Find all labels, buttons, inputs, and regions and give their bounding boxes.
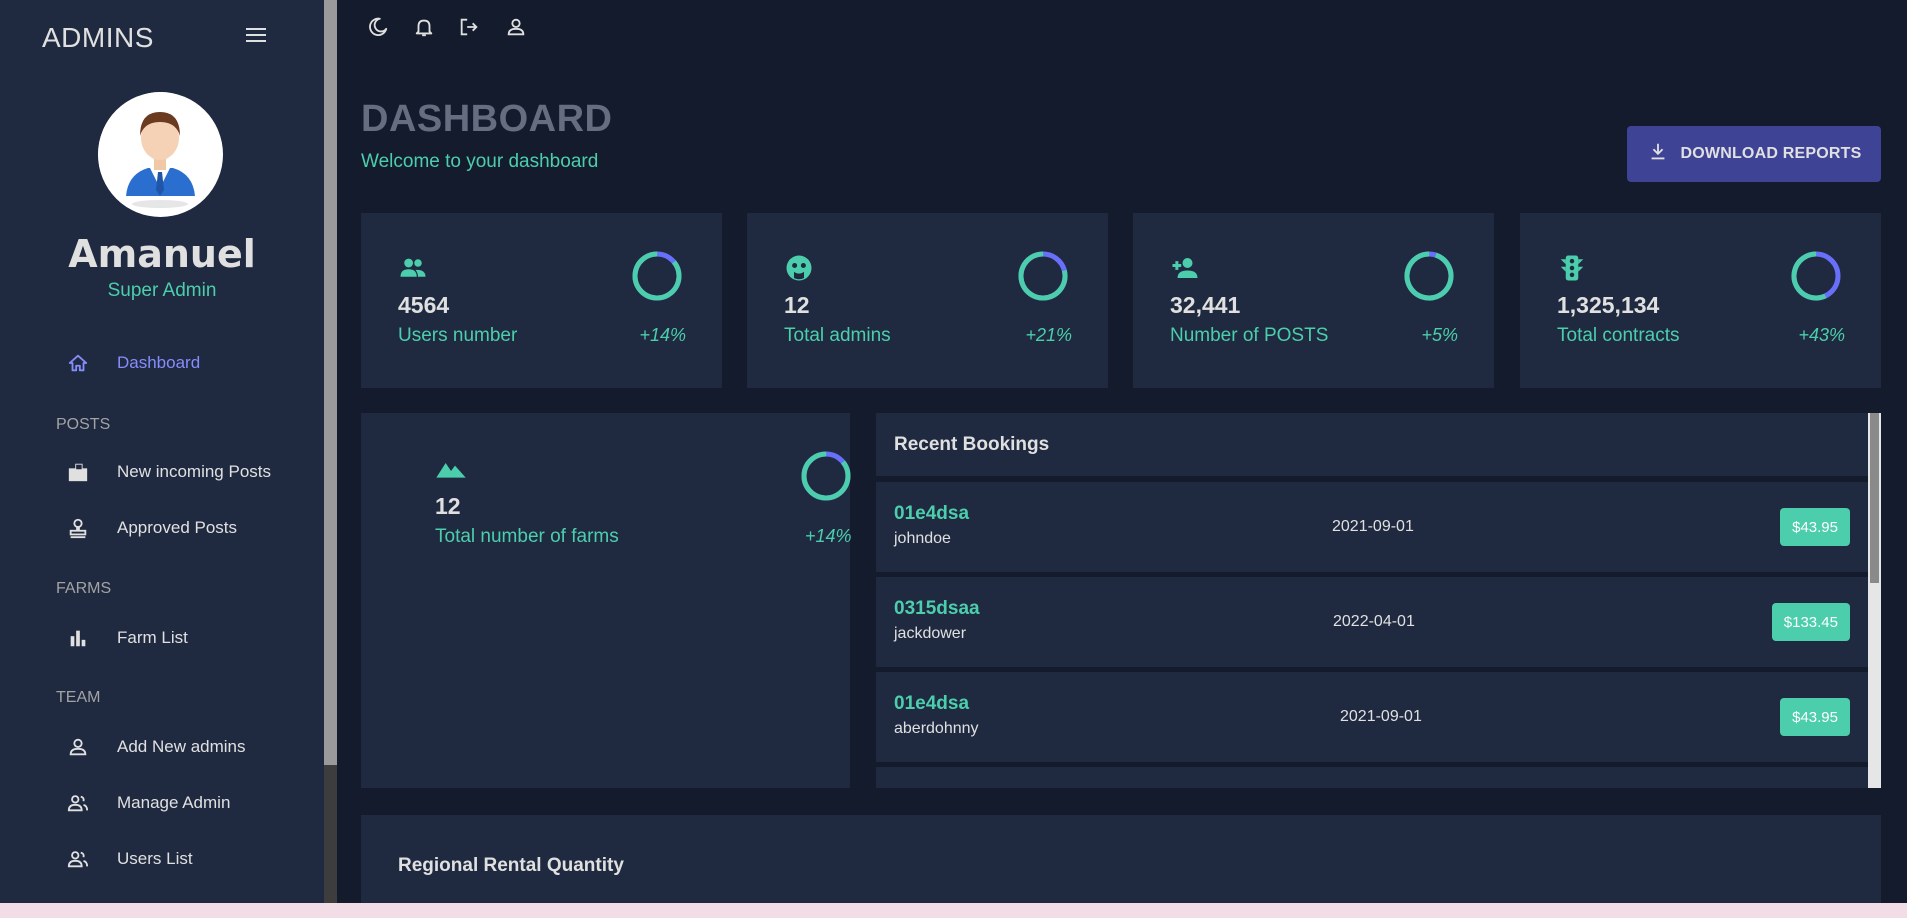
home-icon bbox=[66, 351, 90, 375]
booking-tx-id: 01e4dsa bbox=[894, 693, 970, 714]
booking-date: 2021-09-01 bbox=[1332, 518, 1414, 535]
people-outline-icon bbox=[66, 791, 90, 815]
stat-value: 1,325,134 bbox=[1557, 292, 1660, 318]
progress-ring bbox=[801, 451, 851, 501]
logout-icon[interactable] bbox=[457, 14, 481, 40]
booking-cost-badge: $43.95 bbox=[1780, 508, 1850, 546]
sidebar: ADMINS Amanuel Super Admin Dashboard POS… bbox=[0, 0, 324, 903]
sidebar-item-label: Manage Admin bbox=[117, 793, 231, 812]
recent-bookings-header: Recent Bookings bbox=[876, 413, 1868, 476]
stat-value: 12 bbox=[784, 292, 810, 318]
stat-label: Number of POSTS bbox=[1170, 325, 1329, 346]
sidebar-item-label: Dashboard bbox=[117, 353, 201, 372]
booking-row bbox=[876, 767, 1868, 788]
sidebar-item-label: Approved Posts bbox=[117, 518, 238, 537]
sidebar-item-label: Users List bbox=[117, 849, 193, 868]
progress-ring-arc bbox=[1404, 251, 1454, 301]
booking-user: johndoe bbox=[894, 530, 951, 547]
terrain-icon bbox=[435, 453, 467, 481]
page-subtitle: Welcome to your dashboard bbox=[361, 151, 599, 172]
page-title: DASHBOARD bbox=[361, 98, 613, 140]
sidebar-item-label: New incoming Posts bbox=[117, 462, 272, 481]
recent-bookings-panel: Recent Bookings 01e4dsa johndoe 2021-09-… bbox=[876, 413, 1881, 788]
recent-bookings-title: Recent Bookings bbox=[894, 434, 1050, 455]
dark-mode-icon[interactable] bbox=[366, 14, 390, 40]
download-icon bbox=[1647, 141, 1669, 168]
person-add-icon bbox=[1170, 253, 1200, 283]
section-label-posts: POSTS bbox=[56, 416, 111, 433]
stat-label: Total contracts bbox=[1557, 325, 1680, 346]
stat-value: 4564 bbox=[398, 292, 450, 318]
progress-ring-arc bbox=[801, 451, 851, 501]
sidebar-item-label: Add New admins bbox=[117, 737, 246, 756]
stat-value: 12 bbox=[435, 493, 461, 519]
regional-rental-title: Regional Rental Quantity bbox=[398, 855, 624, 876]
bookings-scrollbar[interactable] bbox=[1868, 413, 1881, 788]
sidebar-item-new-posts[interactable]: New incoming Posts bbox=[66, 457, 271, 487]
stat-change: +14% bbox=[639, 325, 686, 345]
progress-ring-arc bbox=[632, 251, 682, 301]
booking-date: 2022-04-01 bbox=[1333, 613, 1415, 630]
user-role: Super Admin bbox=[107, 280, 217, 301]
stat-value: 32,441 bbox=[1170, 292, 1241, 318]
regional-rental-panel: Regional Rental Quantity bbox=[361, 815, 1881, 910]
stat-card-posts: 32,441 Number of POSTS +5% bbox=[1133, 213, 1494, 388]
stat-label: Total number of farms bbox=[435, 526, 619, 547]
progress-ring bbox=[632, 251, 682, 301]
progress-ring bbox=[1791, 251, 1841, 301]
profile-icon[interactable] bbox=[504, 14, 528, 40]
sidebar-item-users-list[interactable]: Users List bbox=[66, 844, 193, 874]
booking-tx-id: 0315dsaa bbox=[894, 598, 980, 619]
sidebar-item-approved-posts[interactable]: Approved Posts bbox=[66, 513, 237, 543]
stat-change: +14% bbox=[805, 526, 852, 546]
person-outline-icon bbox=[66, 735, 90, 759]
people-outline-icon bbox=[66, 847, 90, 871]
booking-cost-badge: $43.95 bbox=[1780, 698, 1850, 736]
traffic-icon bbox=[1557, 253, 1587, 283]
booking-user: jackdower bbox=[894, 625, 967, 642]
booking-row: 0315dsaa jackdower 2022-04-01 $133.45 bbox=[876, 577, 1868, 667]
people-icon bbox=[398, 253, 428, 283]
booking-cost-badge: $133.45 bbox=[1771, 603, 1850, 641]
stat-label: Total admins bbox=[784, 325, 891, 346]
stat-card-admins: 12 Total admins +21% bbox=[747, 213, 1108, 388]
sidebar-item-manage-admin[interactable]: Manage Admin bbox=[66, 788, 230, 818]
download-reports-label: DOWNLOAD REPORTS bbox=[1680, 145, 1862, 162]
booking-date: 2021-09-01 bbox=[1340, 708, 1422, 725]
booking-row: 01e4dsa johndoe 2021-09-01 $43.95 bbox=[876, 482, 1868, 572]
brand-title: ADMINS bbox=[42, 22, 154, 53]
bar-chart-icon bbox=[66, 626, 90, 650]
stat-change: +21% bbox=[1025, 325, 1072, 345]
inbox-icon bbox=[66, 460, 90, 484]
progress-ring bbox=[1018, 251, 1068, 301]
os-taskbar bbox=[0, 903, 1907, 918]
download-reports-button[interactable]: DOWNLOAD REPORTS bbox=[1627, 126, 1881, 182]
sidebar-item-farm-list[interactable]: Farm List bbox=[66, 623, 188, 653]
booking-row: 01e4dsa aberdohnny 2021-09-01 $43.95 bbox=[876, 672, 1868, 762]
booking-tx-id: 01e4dsa bbox=[894, 503, 970, 524]
stat-card-contracts: 1,325,134 Total contracts +43% bbox=[1520, 213, 1881, 388]
section-label-farms: FARMS bbox=[56, 580, 112, 597]
progress-ring-arc bbox=[1791, 251, 1841, 301]
sidebar-item-add-admins[interactable]: Add New admins bbox=[66, 732, 246, 762]
stat-label: Users number bbox=[398, 325, 518, 346]
sidebar-item-dashboard[interactable]: Dashboard bbox=[66, 348, 200, 378]
admin-face-icon bbox=[784, 253, 814, 283]
section-label-team: TEAM bbox=[56, 689, 101, 706]
sidebar-scrollbar[interactable] bbox=[324, 0, 337, 903]
stat-change: +43% bbox=[1798, 325, 1845, 345]
menu-toggle-icon[interactable] bbox=[246, 28, 266, 44]
stat-change: +5% bbox=[1421, 325, 1458, 345]
sidebar-item-label: Farm List bbox=[117, 628, 188, 647]
avatar bbox=[98, 92, 223, 217]
stat-card-users: 4564 Users number +14% bbox=[361, 213, 722, 388]
user-name: Amanuel bbox=[68, 232, 256, 276]
progress-ring bbox=[1404, 251, 1454, 301]
booking-user: aberdohnny bbox=[894, 720, 979, 737]
progress-ring-arc bbox=[1018, 251, 1068, 301]
bell-icon[interactable] bbox=[412, 14, 436, 40]
stat-card-farms: 12 Total number of farms +14% bbox=[361, 413, 852, 788]
stamp-icon bbox=[66, 516, 90, 540]
